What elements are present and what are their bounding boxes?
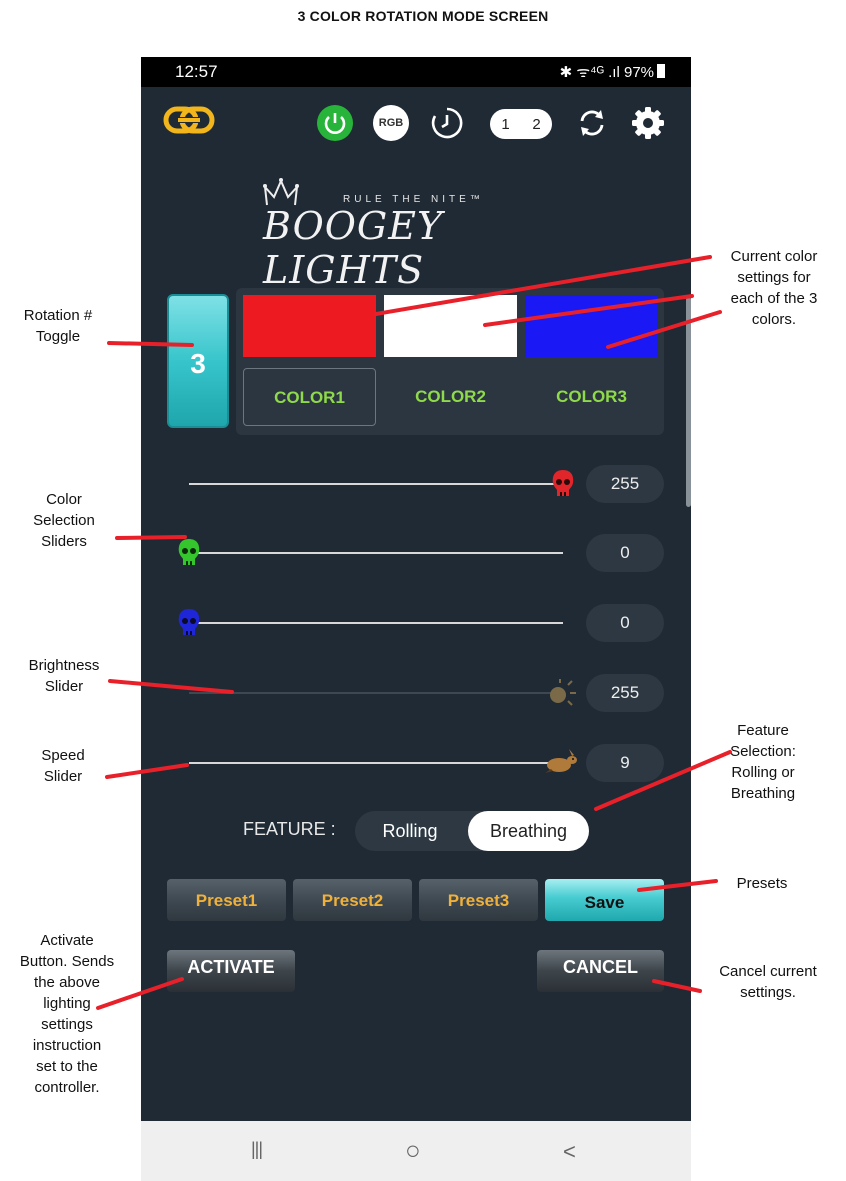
annotation-brightness: Brightness Slider	[28, 657, 100, 695]
annotation-current-colors: Current color settings for each of the 3…	[730, 248, 818, 328]
annotation-presets: Presets	[736, 875, 788, 892]
annotation-color-sliders: Color Selection Sliders	[33, 491, 95, 550]
annotation-activate: Activate Button. Sends the above lightin…	[19, 932, 115, 1096]
annotation-speed: Speed Slider	[41, 747, 85, 785]
annotation-cancel: Cancel current settings.	[719, 963, 817, 1001]
annotation-rotation-toggle: Rotation # Toggle	[23, 307, 93, 345]
annotation-feature: Feature Selection: Rolling or Breathing	[730, 722, 796, 802]
